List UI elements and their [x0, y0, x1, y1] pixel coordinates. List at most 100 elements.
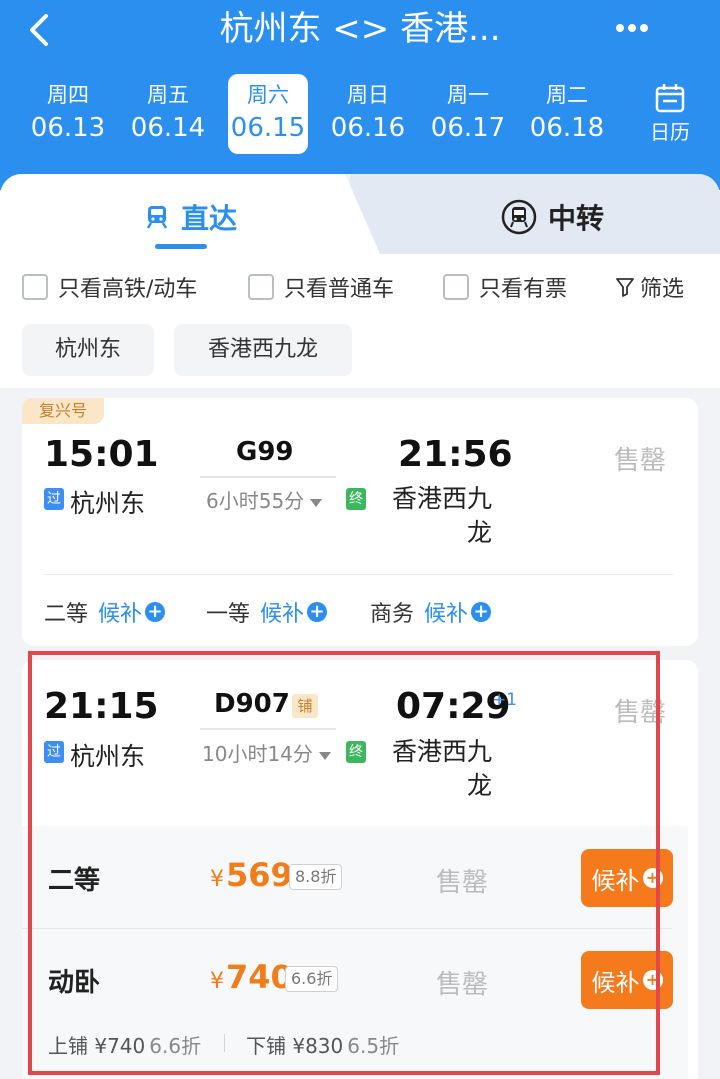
- date-weekday: 周五: [147, 83, 189, 107]
- waitlist-link[interactable]: 候补 +: [260, 596, 328, 628]
- plus-icon: +: [471, 602, 492, 622]
- train-number: D907: [214, 689, 290, 719]
- checkbox-box[interactable]: [22, 274, 48, 300]
- date-item-selected[interactable]: 周六 06.15: [228, 74, 308, 154]
- next-day-marker: +1: [492, 690, 518, 710]
- calendar-label: 日历: [650, 120, 690, 144]
- berth-label: 下铺 ¥830: [246, 1034, 344, 1058]
- seat-sold-out: 售罄: [436, 970, 489, 1000]
- plus-icon: +: [642, 970, 663, 990]
- funnel-icon: [616, 278, 634, 297]
- seat-price: ¥740: [210, 958, 293, 996]
- seat-sold-out: 售罄: [436, 868, 489, 898]
- seat-class-label: 商务: [370, 602, 415, 627]
- berth-discount: 6.6折: [149, 1034, 202, 1058]
- more-icon[interactable]: [608, 8, 656, 48]
- date-item[interactable]: 周一 06.17: [428, 74, 508, 154]
- date-weekday: 周六: [247, 83, 289, 107]
- pass-station-tag: 过: [44, 741, 64, 763]
- train-number: G99: [236, 437, 294, 467]
- depart-time: 15:01: [44, 434, 159, 475]
- date-value: 06.13: [30, 113, 106, 143]
- arrive-time: 21:56: [398, 434, 513, 475]
- tab-active-indicator: [155, 244, 207, 249]
- chevron-down-icon: [318, 751, 331, 760]
- duration-text: 6小时55分: [206, 489, 305, 513]
- seat-price: ¥569: [210, 856, 293, 894]
- transfer-icon: [501, 199, 537, 235]
- sold-out-status: 售罄: [614, 446, 667, 476]
- date-weekday: 周二: [546, 83, 588, 107]
- fuxing-badge: 复兴号: [22, 398, 104, 424]
- waitlist-link[interactable]: 候补 +: [424, 596, 492, 628]
- duration[interactable]: 10小时14分: [202, 738, 331, 767]
- sleeper-badge: 铺: [292, 694, 318, 718]
- seat-class-name: 二等: [48, 866, 101, 896]
- duration-text: 10小时14分: [202, 742, 313, 766]
- date-item[interactable]: 周日 06.16: [328, 74, 408, 154]
- tab-transfer[interactable]: 中转: [482, 192, 622, 242]
- checkbox-available-only[interactable]: 只看有票: [443, 272, 567, 302]
- checkbox-box[interactable]: [443, 274, 469, 300]
- divider: [44, 574, 674, 575]
- station-chip-to[interactable]: 香港西九龙: [174, 324, 352, 376]
- plus-icon: +: [642, 868, 663, 888]
- currency-symbol: ¥: [210, 969, 224, 994]
- date-weekday: 周日: [347, 83, 389, 107]
- duration[interactable]: 6小时55分: [206, 485, 323, 514]
- divider: [22, 928, 672, 929]
- waitlist-label: 候补: [591, 968, 640, 997]
- waitlist-button[interactable]: 候补 +: [581, 849, 673, 907]
- page-title: 杭州东 <> 香港...: [219, 9, 501, 49]
- plus-icon: +: [307, 602, 328, 622]
- date-item[interactable]: 周五 06.14: [128, 74, 208, 154]
- calendar-icon: [655, 84, 685, 113]
- waitlist-button[interactable]: 候补 +: [581, 951, 673, 1009]
- date-value: 06.15: [230, 113, 306, 143]
- filter-label: 筛选: [640, 277, 685, 302]
- seat-class-name: 动卧: [48, 968, 101, 998]
- date-weekday: 周一: [447, 83, 489, 107]
- waitlist-link[interactable]: 候补 +: [98, 596, 166, 628]
- tab-direct-label: 直达: [180, 202, 237, 235]
- duration-line: [200, 728, 336, 730]
- filter-button[interactable]: 筛选: [616, 272, 684, 302]
- checkbox-label: 只看高铁/动车: [58, 277, 198, 302]
- to-station: 香港西九龙: [391, 484, 492, 547]
- date-item[interactable]: 周二 06.18: [527, 74, 607, 154]
- date-item[interactable]: 周四 06.13: [28, 74, 108, 154]
- date-value: 06.18: [529, 113, 605, 143]
- checkbox-label: 只看普通车: [284, 277, 395, 302]
- to-station: 香港西九龙: [391, 737, 492, 800]
- sold-out-status: 售罄: [614, 698, 667, 728]
- terminal-station-tag: 终: [346, 741, 366, 763]
- chevron-down-icon: [310, 498, 323, 507]
- station-chip-from[interactable]: 杭州东: [22, 324, 154, 376]
- lower-berth-price: 下铺 ¥830 6.5折: [246, 1030, 399, 1059]
- currency-symbol: ¥: [210, 867, 224, 892]
- checkbox-normal-train[interactable]: 只看普通车: [248, 272, 394, 302]
- tab-transfer-label: 中转: [547, 202, 604, 235]
- depart-time: 21:15: [44, 686, 159, 727]
- train-icon: [146, 206, 168, 229]
- waitlist-label: 候补: [98, 602, 143, 627]
- date-value: 06.17: [430, 113, 506, 143]
- back-icon[interactable]: [22, 10, 62, 50]
- checkbox-high-speed[interactable]: 只看高铁/动车: [22, 272, 197, 302]
- calendar-button[interactable]: 日历: [628, 78, 712, 154]
- terminal-station-tag: 终: [346, 488, 366, 510]
- checkbox-box[interactable]: [248, 274, 274, 300]
- checkbox-label: 只看有票: [479, 277, 568, 302]
- tab-direct[interactable]: 直达: [120, 192, 260, 242]
- price-value: 569: [226, 856, 293, 894]
- waitlist-label: 候补: [424, 602, 469, 627]
- date-value: 06.16: [330, 113, 406, 143]
- waitlist-label: 候补: [591, 866, 640, 895]
- separator: [224, 1034, 225, 1052]
- seat-class-label: 一等: [206, 602, 251, 627]
- plus-icon: +: [145, 602, 166, 622]
- pass-station-tag: 过: [44, 488, 64, 510]
- berth-label: 上铺 ¥740: [48, 1034, 146, 1058]
- date-weekday: 周四: [47, 83, 89, 107]
- price-value: 740: [226, 958, 293, 996]
